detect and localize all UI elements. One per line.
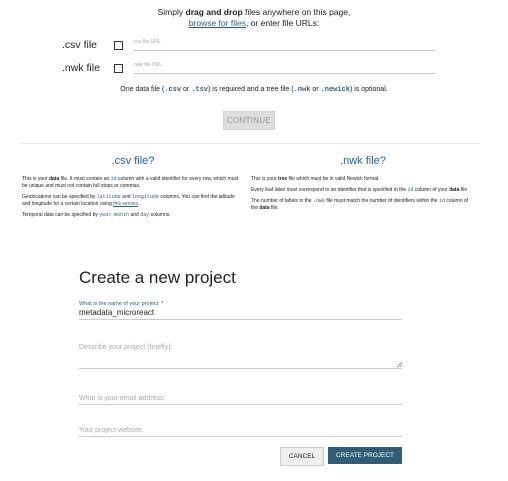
intro-text-3: , or enter file URLs: bbox=[245, 18, 320, 28]
form-title: Create a new project bbox=[79, 268, 236, 287]
note-text: One data file ( bbox=[120, 86, 165, 93]
text: This is your bbox=[251, 176, 278, 182]
text: Every leaf label must correspond to an i… bbox=[251, 187, 408, 193]
csv-help-title: .csv file? bbox=[111, 155, 155, 167]
website-placeholder: Your project website: bbox=[79, 427, 144, 434]
code: .nwk bbox=[312, 198, 325, 204]
text: file must match the number of identifier… bbox=[325, 198, 439, 204]
nwk-url-placeholder: nwk file URL bbox=[134, 62, 163, 68]
text: This is your bbox=[22, 176, 49, 182]
text: and bbox=[129, 212, 141, 218]
code: latitude bbox=[96, 194, 121, 200]
nwk-help-title: .nwk file? bbox=[340, 155, 386, 167]
email-field[interactable]: What is your email address: bbox=[79, 395, 402, 405]
note-csv-code: .csv bbox=[164, 86, 182, 94]
intro-text: Simply bbox=[157, 7, 186, 17]
intro-text-2: files anywhere on this page, bbox=[242, 7, 351, 17]
email-placeholder: What is your email address: bbox=[79, 395, 166, 402]
note-text: ) is optional. bbox=[349, 86, 388, 93]
note-text: or bbox=[310, 86, 321, 93]
note-tsv-code: .tsv bbox=[191, 86, 208, 94]
geolocation-service-link[interactable]: this service bbox=[113, 201, 138, 207]
text: Temporal data can be specified by bbox=[22, 212, 100, 218]
description-placeholder: Describe your project (briefly): bbox=[79, 344, 173, 351]
cancel-button[interactable]: CANCEL bbox=[280, 447, 324, 466]
csv-url-input[interactable]: csv file URL bbox=[134, 38, 436, 51]
csv-file-checkbox[interactable] bbox=[114, 41, 123, 50]
text: . bbox=[138, 201, 140, 207]
code: day bbox=[140, 212, 150, 218]
csv-url-placeholder: csv file URL bbox=[134, 39, 161, 45]
text: file bbox=[459, 187, 468, 193]
text: file. It must contain an bbox=[59, 176, 111, 182]
nwk-file-label: .nwk file bbox=[62, 62, 100, 74]
create-project-button[interactable]: CREATE PROJECT bbox=[328, 447, 402, 464]
resize-handle-icon[interactable] bbox=[397, 362, 402, 367]
nwk-help-panel: .nwk file? This is your tree file which … bbox=[251, 155, 475, 216]
text: file which must be in valid Newick forma… bbox=[287, 176, 380, 182]
continue-button[interactable]: CONTINUE bbox=[223, 111, 275, 130]
text-bold: data bbox=[449, 187, 460, 193]
field-underline bbox=[79, 436, 402, 437]
field-underline bbox=[79, 362, 402, 369]
code: longitude bbox=[131, 194, 159, 200]
file-requirement-note: One data file (.csv or .tsv) is required… bbox=[0, 86, 508, 94]
text: and bbox=[120, 194, 132, 200]
code: month bbox=[114, 212, 130, 218]
intro-bold-text: drag and drop bbox=[185, 7, 243, 17]
nwk-file-checkbox[interactable] bbox=[114, 64, 123, 73]
description-field[interactable]: Describe your project (briefly): bbox=[79, 344, 402, 369]
text-bold: data bbox=[48, 176, 60, 182]
website-field[interactable]: Your project website: bbox=[79, 427, 402, 437]
text: The number of labels in the bbox=[251, 198, 313, 204]
text: columns. bbox=[149, 212, 171, 218]
text: file. bbox=[269, 205, 279, 211]
text-bold: data bbox=[259, 205, 270, 211]
csv-help-text: This is your data file. It must contain … bbox=[22, 176, 244, 219]
text-bold: tree bbox=[277, 176, 288, 182]
field-underline bbox=[79, 319, 402, 320]
section-divider bbox=[20, 143, 480, 144]
project-name-value[interactable]: metadata_microreact bbox=[79, 308, 402, 317]
field-underline bbox=[79, 404, 402, 405]
project-name-field[interactable]: What is the name of your project: * meta… bbox=[79, 301, 402, 320]
text: Geolocations can be specified by bbox=[22, 194, 97, 200]
nwk-help-text: This is your tree file which must be in … bbox=[251, 176, 475, 212]
project-name-label: What is the name of your project: * bbox=[79, 301, 164, 307]
note-nwk-code: .nwk bbox=[293, 86, 311, 94]
note-text: or bbox=[181, 86, 192, 93]
upload-instructions: Simply drag and drop files anywhere on t… bbox=[0, 7, 508, 29]
csv-help-panel: .csv file? This is your data file. It mu… bbox=[22, 155, 244, 223]
code: year bbox=[99, 212, 112, 218]
nwk-url-input[interactable]: nwk file URL bbox=[134, 61, 436, 74]
note-newick-code: .newick bbox=[320, 86, 350, 94]
note-text: ) is required and a tree file ( bbox=[208, 86, 294, 93]
text: column of your bbox=[413, 187, 450, 193]
browse-files-link[interactable]: browse for files bbox=[189, 18, 246, 28]
csv-file-label: .csv file bbox=[62, 39, 98, 51]
